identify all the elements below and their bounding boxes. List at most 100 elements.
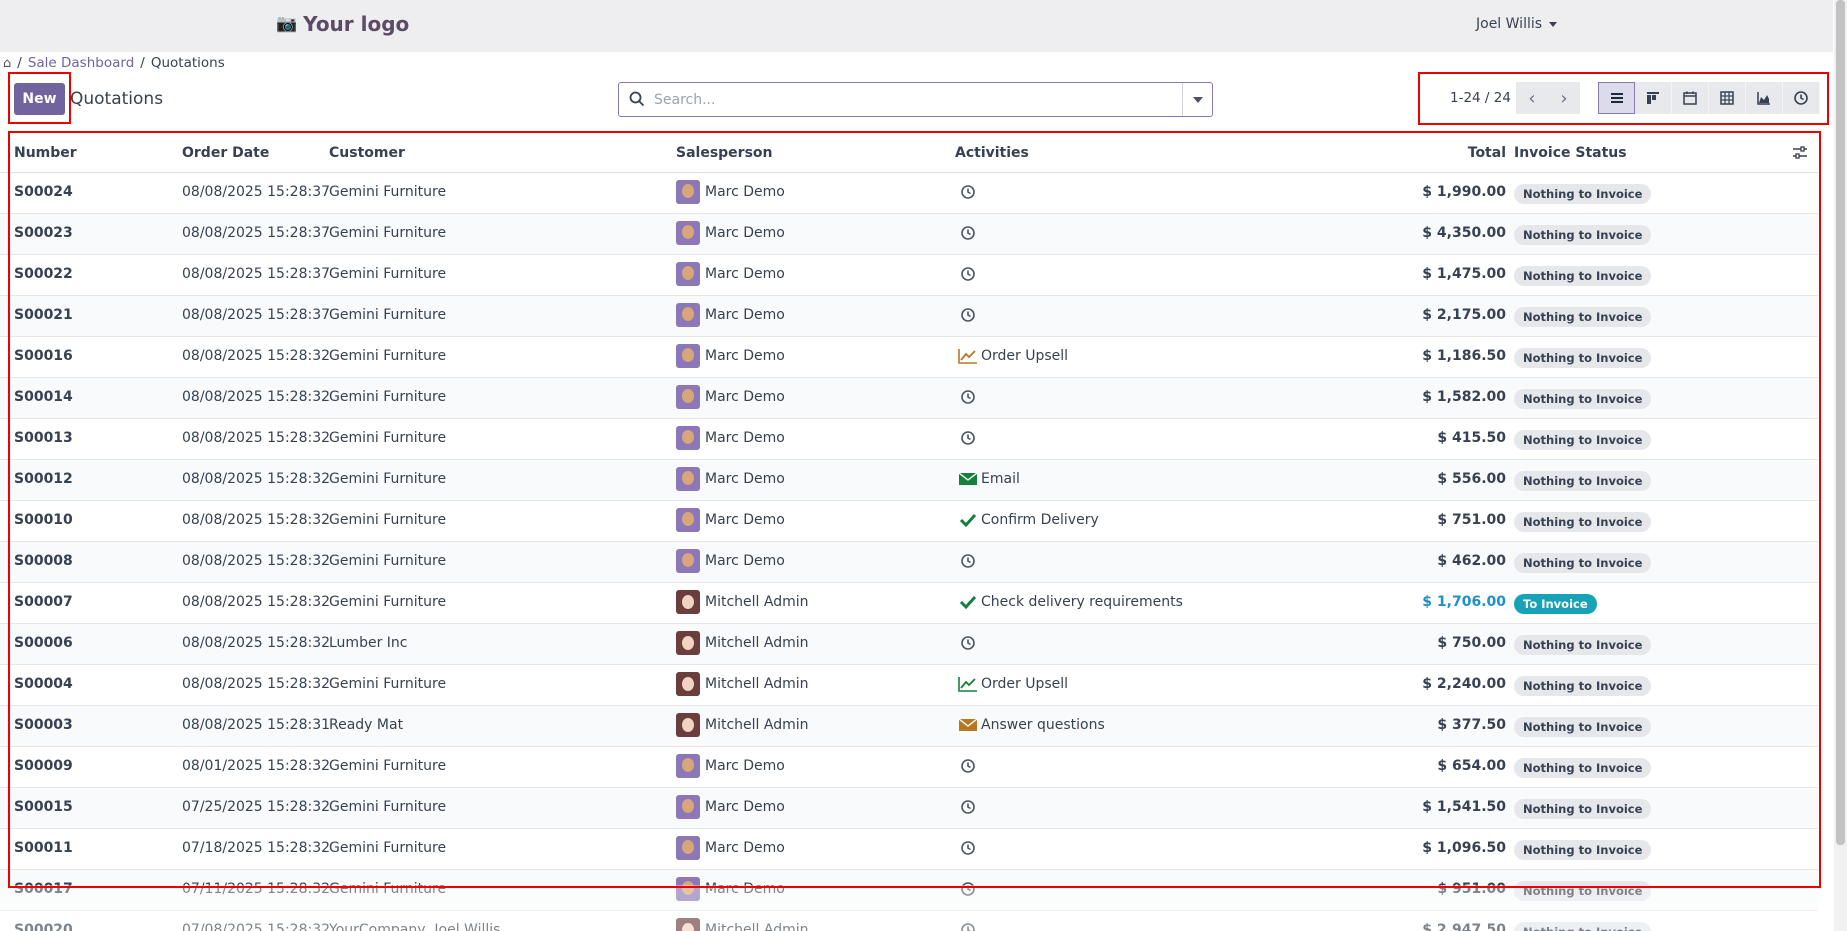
table-row[interactable]: S00020 07/08/2025 15:28:32 YourCompany, Jo… [0, 911, 1818, 931]
cell-salesperson[interactable]: Marc Demo [676, 221, 785, 245]
clock-icon[interactable] [958, 306, 978, 324]
table-row[interactable]: S00007 08/08/2025 15:28:32 Gemini Furnitur… [0, 583, 1818, 624]
header-invoice-status[interactable]: Invoice Status [1514, 145, 1627, 161]
cell-activities[interactable] [958, 224, 981, 242]
table-row[interactable]: S00008 08/08/2025 15:28:32 Gemini Furnitur… [0, 542, 1818, 583]
avatar[interactable] [676, 467, 700, 491]
pager-next-button[interactable]: › [1548, 82, 1580, 114]
cell-activities[interactable] [958, 265, 981, 283]
cell-activities[interactable] [958, 839, 981, 857]
avatar[interactable] [676, 303, 700, 327]
cell-salesperson[interactable]: Marc Demo [676, 180, 785, 204]
envelope-icon[interactable] [958, 470, 978, 488]
cell-activities[interactable] [958, 183, 981, 201]
header-number[interactable]: Number [14, 145, 77, 161]
cell-salesperson[interactable]: Marc Demo [676, 467, 785, 491]
kanban-view-button[interactable] [1635, 82, 1672, 114]
table-row[interactable]: S00015 07/25/2025 15:28:32 Gemini Furnitur… [0, 788, 1818, 829]
clock-icon[interactable] [958, 921, 978, 931]
clock-icon[interactable] [958, 388, 978, 406]
avatar[interactable] [676, 344, 700, 368]
pivot-view-button[interactable] [1709, 82, 1746, 114]
avatar[interactable] [676, 713, 700, 737]
table-row[interactable]: S00011 07/18/2025 15:28:32 Gemini Furnitur… [0, 829, 1818, 870]
cell-activities[interactable] [958, 388, 981, 406]
clock-icon[interactable] [958, 429, 978, 447]
calendar-view-button[interactable] [1672, 82, 1709, 114]
cell-salesperson[interactable]: Marc Demo [676, 549, 785, 573]
avatar[interactable] [676, 754, 700, 778]
check-icon[interactable] [958, 593, 978, 611]
table-row[interactable]: S00016 08/08/2025 15:28:32 Gemini Furnitur… [0, 337, 1818, 378]
cell-activities[interactable]: Confirm Delivery [958, 511, 1099, 529]
pager-previous-button[interactable]: ‹ [1516, 82, 1548, 114]
pager-value[interactable]: 1-24 / 24 [1450, 90, 1511, 106]
cell-salesperson[interactable]: Marc Demo [676, 836, 785, 860]
cell-activities[interactable] [958, 306, 981, 324]
envelope-icon[interactable] [958, 716, 978, 734]
avatar[interactable] [676, 836, 700, 860]
header-order-date[interactable]: Order Date [182, 145, 269, 161]
cell-salesperson[interactable]: Marc Demo [676, 385, 785, 409]
new-button[interactable]: New [14, 83, 65, 115]
page-scrollbar[interactable] [1834, 0, 1847, 931]
cell-salesperson[interactable]: Mitchell Admin [676, 672, 809, 696]
check-icon[interactable] [958, 511, 978, 529]
search-input[interactable] [654, 88, 1164, 112]
clock-icon[interactable] [958, 552, 978, 570]
cell-activities[interactable] [958, 634, 981, 652]
header-activities[interactable]: Activities [955, 145, 1029, 161]
table-row[interactable]: S00017 07/11/2025 15:28:32 Gemini Furnitur… [0, 870, 1818, 911]
clock-icon[interactable] [958, 757, 978, 775]
avatar[interactable] [676, 426, 700, 450]
cell-activities[interactable] [958, 921, 981, 931]
graph-view-button[interactable] [1746, 82, 1783, 114]
cell-salesperson[interactable]: Marc Demo [676, 754, 785, 778]
chart-line-icon[interactable] [958, 347, 978, 365]
cell-activities[interactable] [958, 757, 981, 775]
clock-icon[interactable] [958, 839, 978, 857]
cell-activities[interactable]: Answer questions [958, 716, 1105, 734]
avatar[interactable] [676, 631, 700, 655]
cell-activities[interactable] [958, 552, 981, 570]
avatar[interactable] [676, 180, 700, 204]
table-row[interactable]: S00004 08/08/2025 15:28:32 Gemini Furnitur… [0, 665, 1818, 706]
clock-icon[interactable] [958, 183, 978, 201]
clock-icon[interactable] [958, 634, 978, 652]
breadcrumb-parent[interactable]: Sale Dashboard [28, 55, 134, 71]
cell-salesperson[interactable]: Marc Demo [676, 303, 785, 327]
cell-salesperson[interactable]: Mitchell Admin [676, 631, 809, 655]
cell-salesperson[interactable]: Marc Demo [676, 508, 785, 532]
avatar[interactable] [676, 385, 700, 409]
cell-salesperson[interactable]: Mitchell Admin [676, 713, 809, 737]
activity-view-button[interactable] [1783, 82, 1820, 114]
table-row[interactable]: S00012 08/08/2025 15:28:32 Gemini Furnitur… [0, 460, 1818, 501]
cell-activities[interactable]: Email [958, 470, 1020, 488]
clock-icon[interactable] [958, 265, 978, 283]
cell-salesperson[interactable]: Marc Demo [676, 795, 785, 819]
clock-icon[interactable] [958, 224, 978, 242]
table-row[interactable]: S00014 08/08/2025 15:28:32 Gemini Furnitur… [0, 378, 1818, 419]
table-row[interactable]: S00009 08/01/2025 15:28:32 Gemini Furnitur… [0, 747, 1818, 788]
avatar[interactable] [676, 672, 700, 696]
cell-salesperson[interactable]: Mitchell Admin [676, 590, 809, 614]
avatar[interactable] [676, 508, 700, 532]
avatar[interactable] [676, 549, 700, 573]
table-row[interactable]: S00013 08/08/2025 15:28:32 Gemini Furnitur… [0, 419, 1818, 460]
table-row[interactable]: S00010 08/08/2025 15:28:32 Gemini Furnitur… [0, 501, 1818, 542]
header-customer[interactable]: Customer [329, 145, 405, 161]
search-options-toggle[interactable] [1182, 83, 1212, 116]
avatar[interactable] [676, 795, 700, 819]
cell-salesperson[interactable]: Marc Demo [676, 426, 785, 450]
cell-activities[interactable]: Order Upsell [958, 347, 1068, 365]
sliders-icon[interactable] [1792, 145, 1808, 161]
cell-activities[interactable] [958, 880, 981, 898]
avatar[interactable] [676, 918, 700, 931]
header-salesperson[interactable]: Salesperson [676, 145, 773, 161]
table-row[interactable]: S00003 08/08/2025 15:28:31 Ready Mat Mitche… [0, 706, 1818, 747]
avatar[interactable] [676, 590, 700, 614]
table-row[interactable]: S00023 08/08/2025 15:28:37 Gemini Furnitur… [0, 214, 1818, 255]
list-view-button[interactable] [1598, 82, 1635, 114]
scrollbar-thumb[interactable] [1836, 0, 1845, 845]
home-icon[interactable]: ⌂ [3, 56, 11, 71]
